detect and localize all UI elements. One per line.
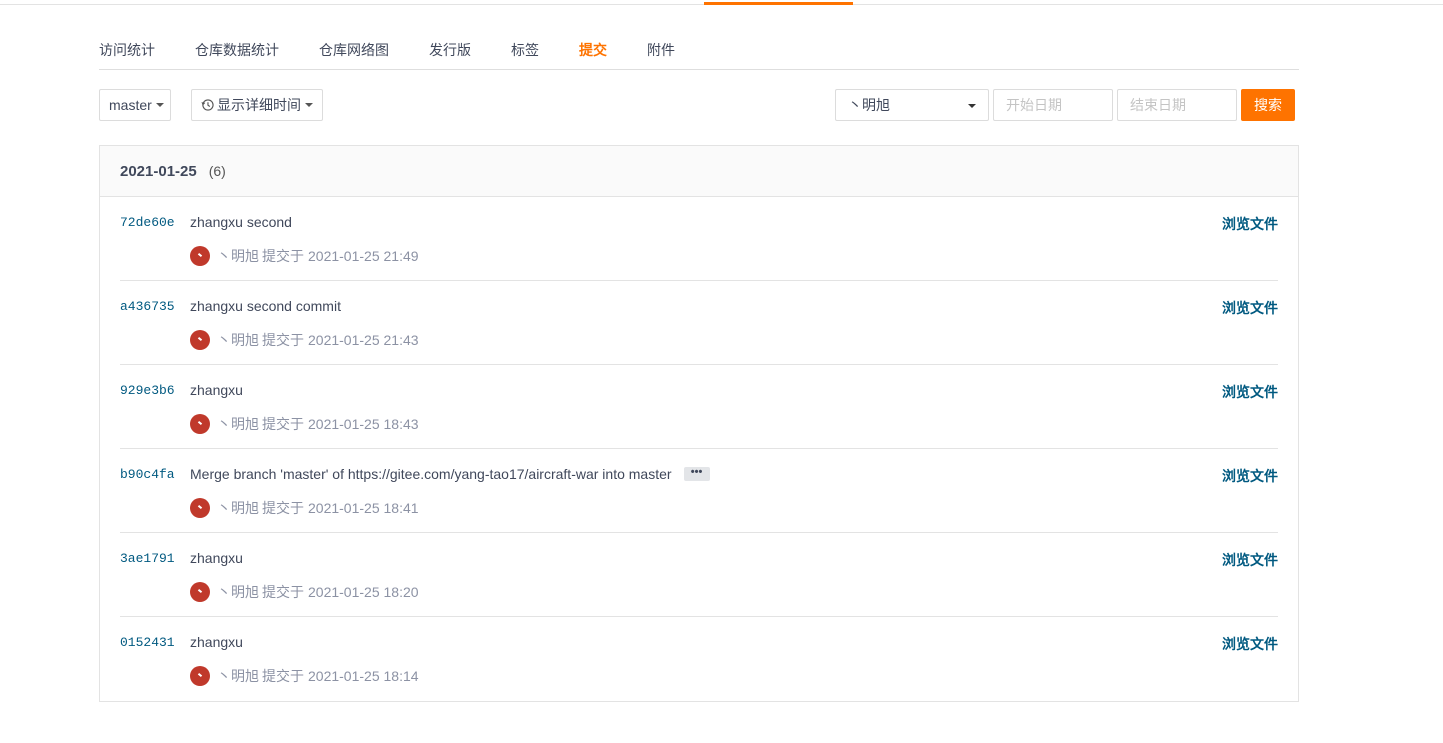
commit-row: b90c4fa Merge branch 'master' of https:/… bbox=[120, 449, 1278, 533]
browse-files-link[interactable]: 浏览文件 bbox=[1222, 298, 1278, 318]
commit-action-text: 提交于 bbox=[262, 248, 304, 264]
browse-files-link[interactable]: 浏览文件 bbox=[1222, 550, 1278, 570]
commit-time: 2021-01-25 18:20 bbox=[308, 584, 419, 600]
repo-subnav: 访问统计 仓库数据统计 仓库网络图 发行版 标签 提交 附件 bbox=[99, 30, 1299, 70]
commit-meta: 丶明旭 提交于 2021-01-25 21:49 bbox=[190, 245, 419, 267]
author-select[interactable]: 丶明旭 bbox=[835, 89, 989, 121]
expand-message-button[interactable]: ••• bbox=[683, 467, 710, 481]
commit-time: 2021-01-25 18:41 bbox=[308, 500, 419, 516]
subnav-item-visit-stats[interactable]: 访问统计 bbox=[99, 30, 155, 70]
subnav-item-tags[interactable]: 标签 bbox=[511, 30, 539, 70]
branch-dropdown[interactable]: master bbox=[99, 89, 171, 121]
commit-time: 2021-01-25 21:49 bbox=[308, 248, 419, 264]
avatar[interactable] bbox=[190, 666, 210, 686]
branch-label: master bbox=[109, 97, 152, 113]
commit-meta: 丶明旭 提交于 2021-01-25 18:20 bbox=[190, 581, 419, 603]
commit-sha-link[interactable]: 929e3b6 bbox=[120, 383, 175, 398]
commit-message-link[interactable]: Merge branch 'master' of https://gitee.c… bbox=[190, 466, 672, 482]
commit-message-link[interactable]: zhangxu bbox=[190, 550, 243, 566]
commit-group-date: 2021-01-25 bbox=[120, 162, 197, 180]
commit-list: 72de60e zhangxu second 丶明旭 提交于 2021-01-2… bbox=[100, 197, 1298, 701]
history-icon bbox=[201, 99, 214, 111]
commit-author[interactable]: 丶明旭 bbox=[217, 498, 259, 518]
commit-row: 929e3b6 zhangxu 丶明旭 提交于 2021-01-25 18:43… bbox=[120, 365, 1278, 449]
subnav-item-repo-data-stats[interactable]: 仓库数据统计 bbox=[195, 30, 279, 70]
commit-row: 3ae1791 zhangxu 丶明旭 提交于 2021-01-25 18:20… bbox=[120, 533, 1278, 617]
browse-files-link[interactable]: 浏览文件 bbox=[1222, 466, 1278, 486]
commit-sha-link[interactable]: 3ae1791 bbox=[120, 551, 175, 566]
time-detail-label: 显示详细时间 bbox=[217, 97, 301, 113]
chevron-down-icon bbox=[305, 103, 313, 107]
chevron-down-icon bbox=[968, 104, 976, 108]
commit-message-link[interactable]: zhangxu bbox=[190, 634, 243, 650]
commits-toolbar: master 显示详细时间 丶明旭 搜索 bbox=[99, 89, 1299, 121]
avatar[interactable] bbox=[190, 330, 210, 350]
commit-row: a436735 zhangxu second commit 丶明旭 提交于 20… bbox=[120, 281, 1278, 365]
time-detail-toggle[interactable]: 显示详细时间 bbox=[191, 89, 323, 121]
subnav-item-network-graph[interactable]: 仓库网络图 bbox=[319, 30, 389, 70]
commit-action-text: 提交于 bbox=[262, 332, 304, 348]
browse-files-link[interactable]: 浏览文件 bbox=[1222, 214, 1278, 234]
commit-meta: 丶明旭 提交于 2021-01-25 18:43 bbox=[190, 413, 419, 435]
commit-meta: 丶明旭 提交于 2021-01-25 18:41 bbox=[190, 497, 419, 519]
commit-author[interactable]: 丶明旭 bbox=[217, 666, 259, 686]
subnav-item-attachments[interactable]: 附件 bbox=[647, 30, 675, 70]
commit-sha-link[interactable]: 72de60e bbox=[120, 215, 175, 230]
commit-time: 2021-01-25 18:43 bbox=[308, 416, 419, 432]
commit-message-link[interactable]: zhangxu second bbox=[190, 214, 292, 230]
end-date-input[interactable] bbox=[1117, 89, 1237, 121]
avatar[interactable] bbox=[190, 582, 210, 602]
commit-time: 2021-01-25 18:14 bbox=[308, 668, 419, 684]
commit-message-link[interactable]: zhangxu bbox=[190, 382, 243, 398]
commit-group: 2021-01-25 (6) 72de60e zhangxu second 丶明… bbox=[99, 145, 1299, 702]
commit-author[interactable]: 丶明旭 bbox=[217, 330, 259, 350]
browse-files-link[interactable]: 浏览文件 bbox=[1222, 634, 1278, 654]
subnav-item-commits[interactable]: 提交 bbox=[579, 30, 607, 70]
commit-action-text: 提交于 bbox=[262, 584, 304, 600]
start-date-input[interactable] bbox=[993, 89, 1113, 121]
commit-sha-link[interactable]: b90c4fa bbox=[120, 467, 175, 482]
search-button[interactable]: 搜索 bbox=[1241, 89, 1295, 121]
avatar[interactable] bbox=[190, 498, 210, 518]
chevron-down-icon bbox=[155, 103, 164, 107]
author-select-value: 丶明旭 bbox=[848, 97, 890, 113]
commit-group-count: (6) bbox=[208, 163, 226, 179]
commit-action-text: 提交于 bbox=[262, 416, 304, 432]
avatar[interactable] bbox=[190, 246, 210, 266]
commit-meta: 丶明旭 提交于 2021-01-25 21:43 bbox=[190, 329, 419, 351]
commit-group-header: 2021-01-25 (6) bbox=[100, 146, 1298, 197]
commit-message: Merge branch 'master' of https://gitee.c… bbox=[190, 466, 710, 482]
active-tab-indicator bbox=[704, 2, 853, 5]
commit-meta: 丶明旭 提交于 2021-01-25 18:14 bbox=[190, 665, 419, 687]
commit-row: 0152431 zhangxu 丶明旭 提交于 2021-01-25 18:14… bbox=[120, 617, 1278, 701]
commit-author[interactable]: 丶明旭 bbox=[217, 246, 259, 266]
commit-action-text: 提交于 bbox=[262, 668, 304, 684]
subnav-item-releases[interactable]: 发行版 bbox=[429, 30, 471, 70]
commit-row: 72de60e zhangxu second 丶明旭 提交于 2021-01-2… bbox=[120, 197, 1278, 281]
commit-time: 2021-01-25 21:43 bbox=[308, 332, 419, 348]
commit-sha-link[interactable]: a436735 bbox=[120, 299, 175, 314]
browse-files-link[interactable]: 浏览文件 bbox=[1222, 382, 1278, 402]
commit-author[interactable]: 丶明旭 bbox=[217, 582, 259, 602]
commit-action-text: 提交于 bbox=[262, 500, 304, 516]
avatar[interactable] bbox=[190, 414, 210, 434]
commit-sha-link[interactable]: 0152431 bbox=[120, 635, 175, 650]
commit-author[interactable]: 丶明旭 bbox=[217, 414, 259, 434]
commit-message-link[interactable]: zhangxu second commit bbox=[190, 298, 341, 314]
